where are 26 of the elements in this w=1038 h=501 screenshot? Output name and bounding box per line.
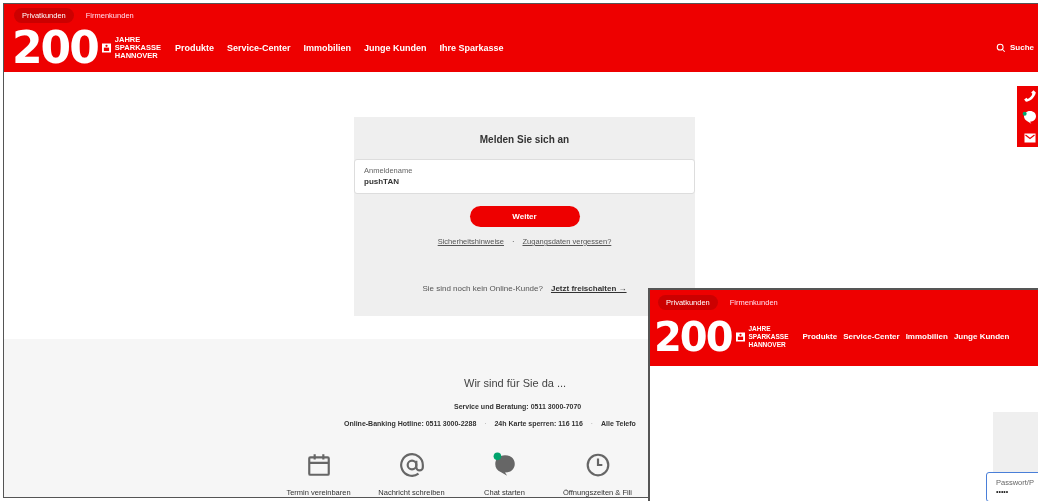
logo-number: 200 <box>654 320 732 355</box>
login-title: Melden Sie sich an <box>479 133 570 147</box>
nav-link[interactable]: Immobilien <box>303 41 352 55</box>
at-sign-icon[interactable] <box>398 452 425 478</box>
field-value: pushTAN <box>364 176 400 189</box>
continue-button[interactable]: Weiter <box>469 206 580 227</box>
chat-bubble-icon[interactable] <box>1022 109 1038 126</box>
clock-icon[interactable] <box>584 452 611 478</box>
mail-icon[interactable] <box>1023 131 1037 144</box>
footer-heading: Wir sind für Sie da ... <box>464 376 567 391</box>
nav-link[interactable]: Junge Kunden <box>364 41 427 55</box>
nav-link[interactable]: Produkte <box>175 41 214 55</box>
nav-link[interactable]: Ihre Sparkasse <box>439 41 504 55</box>
calendar-icon[interactable] <box>305 452 332 478</box>
phone-icon[interactable] <box>1023 89 1037 104</box>
nav-link[interactable]: Immobilien <box>905 331 948 344</box>
nav-link[interactable]: Service-Center <box>843 331 900 344</box>
search-link[interactable]: Suche <box>1010 42 1034 55</box>
nav-link[interactable]: Service-Center <box>227 41 291 55</box>
signup-link[interactable]: Jetzt freischalten → <box>550 283 627 296</box>
signup-prompt: Sie sind noch kein Online-Kunde? <box>422 283 543 296</box>
chat-bubble-icon[interactable] <box>491 452 518 478</box>
search-icon <box>996 43 1006 54</box>
logo-number: 200 <box>12 31 98 66</box>
nav-link[interactable]: Junge Kunden <box>953 331 1010 344</box>
nav-link[interactable]: Produkte <box>802 331 838 344</box>
